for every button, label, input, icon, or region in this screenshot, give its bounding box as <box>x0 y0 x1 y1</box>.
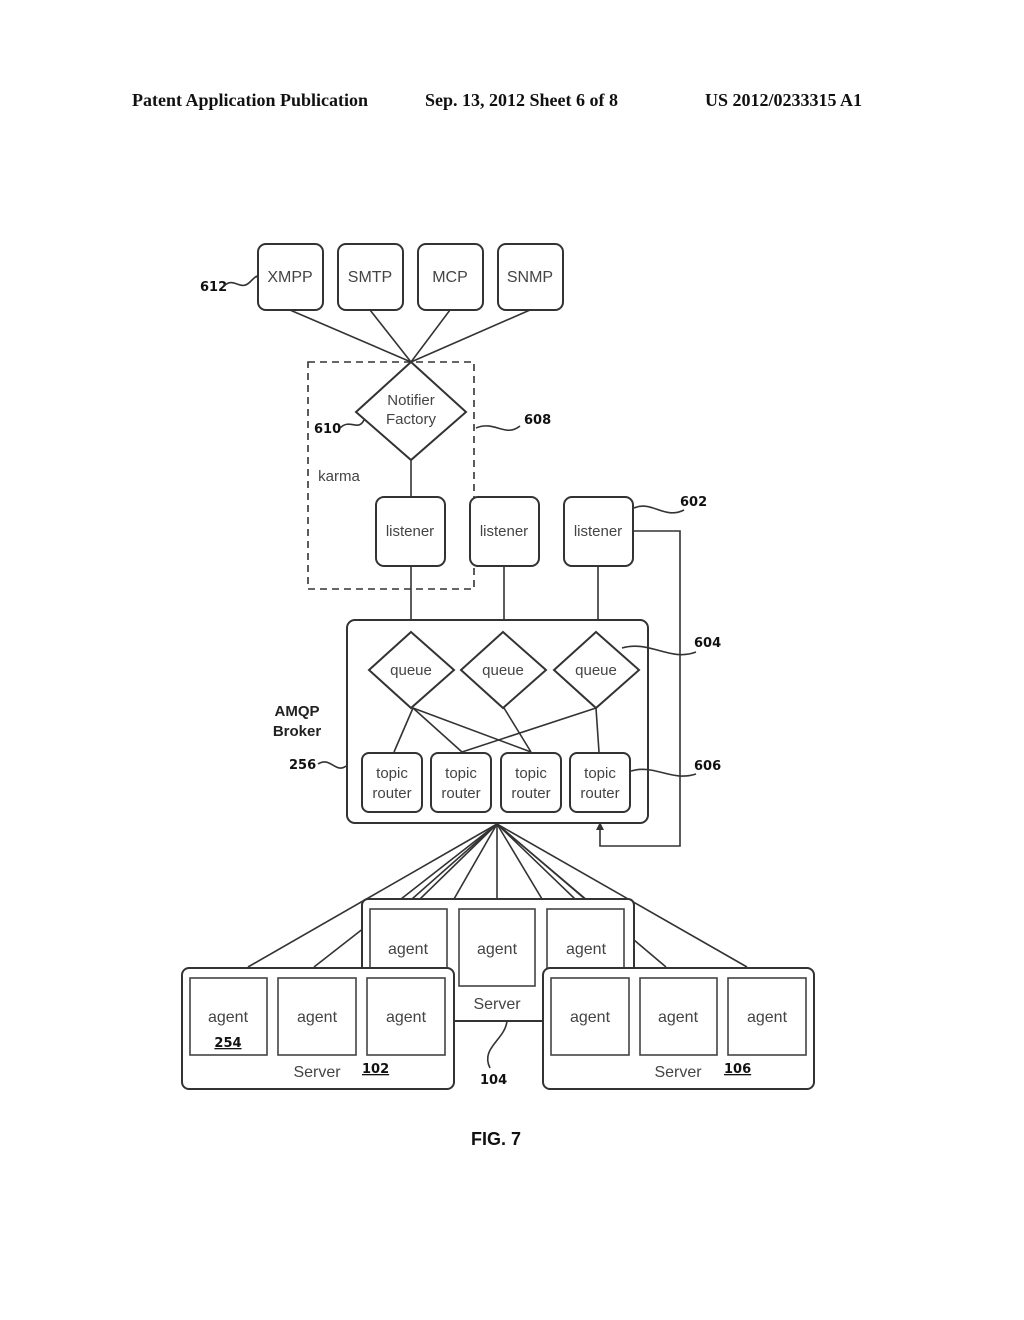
protocol-box-mcp: MCP <box>417 243 484 311</box>
topic-router-4: topic router <box>569 752 631 813</box>
listener-1: listener <box>375 496 446 567</box>
server-label: Server <box>293 1064 341 1081</box>
listener-3: listener <box>563 496 634 567</box>
listener-label: listener <box>574 523 622 540</box>
leader-610 <box>339 419 365 429</box>
leader-104 <box>487 1020 508 1069</box>
listener-label: listener <box>386 523 434 540</box>
ref-102: 102 <box>362 1062 389 1077</box>
topic-router-3: topic router <box>500 752 562 813</box>
karma-label: karma <box>318 468 360 485</box>
agent-label: agent <box>297 1009 338 1026</box>
listener-2: listener <box>469 496 540 567</box>
ref-104: 104 <box>480 1073 507 1088</box>
protocol-label: SNMP <box>507 269 553 286</box>
listener-label: listener <box>480 523 528 540</box>
protocol-connectors <box>289 309 531 363</box>
server-102: agent 254 agent agent Server 102 <box>181 967 455 1090</box>
ref-254: 254 <box>214 1036 241 1051</box>
leader-612 <box>223 275 259 287</box>
protocol-box-smtp: SMTP <box>337 243 404 311</box>
ref-610: 610 <box>314 422 341 437</box>
topic-router-label-line2: router <box>580 785 619 802</box>
agent-label: agent <box>388 941 429 958</box>
notifier-factory: Notifier Factory <box>354 360 468 462</box>
protocol-box-snmp: SNMP <box>497 243 564 311</box>
notifier-label-line2: Factory <box>386 411 437 428</box>
server-106: agent agent agent Server 106 <box>542 967 815 1090</box>
queue-label: queue <box>575 662 617 679</box>
topic-router-label-line2: router <box>511 785 550 802</box>
agent-label: agent <box>570 1009 611 1026</box>
protocol-label: MCP <box>432 269 468 286</box>
ref-608: 608 <box>524 413 551 428</box>
figure-7-diagram: XMPP SMTP MCP SNMP 612 karma 608 Notifie… <box>181 243 815 1149</box>
ref-612: 612 <box>200 280 227 295</box>
topic-router-label-line1: topic <box>584 765 616 782</box>
topic-router-label-line1: topic <box>445 765 477 782</box>
queue-label: queue <box>390 662 432 679</box>
topic-router-label-line1: topic <box>376 765 408 782</box>
agent-label: agent <box>477 941 518 958</box>
ref-602: 602 <box>680 495 707 510</box>
queue-label: queue <box>482 662 524 679</box>
topic-router-2: topic router <box>430 752 492 813</box>
agent-label: agent <box>658 1009 699 1026</box>
figure-caption: FIG. 7 <box>471 1129 521 1149</box>
protocol-label: XMPP <box>267 269 312 286</box>
leader-256 <box>317 761 347 769</box>
ref-606: 606 <box>694 759 721 774</box>
ref-256: 256 <box>289 758 316 773</box>
notifier-label-line1: Notifier <box>387 392 435 409</box>
agent-label: agent <box>566 941 607 958</box>
broker-label-line2: Broker <box>273 723 322 740</box>
leader-608 <box>475 425 521 432</box>
topic-router-label-line1: topic <box>515 765 547 782</box>
agent-label: agent <box>208 1009 249 1026</box>
agent-label: agent <box>747 1009 788 1026</box>
server-label: Server <box>654 1064 702 1081</box>
topic-router-1: topic router <box>361 752 423 813</box>
ref-604: 604 <box>694 636 721 651</box>
protocol-box-xmpp: XMPP <box>257 243 324 311</box>
agent-label: agent <box>386 1009 427 1026</box>
server-label: Server <box>473 996 521 1013</box>
ref-106: 106 <box>724 1062 751 1077</box>
leader-602 <box>633 505 685 514</box>
protocol-label: SMTP <box>348 269 392 286</box>
topic-router-label-line2: router <box>372 785 411 802</box>
topic-router-label-line2: router <box>441 785 480 802</box>
broker-label-line1: AMQP <box>275 703 320 720</box>
